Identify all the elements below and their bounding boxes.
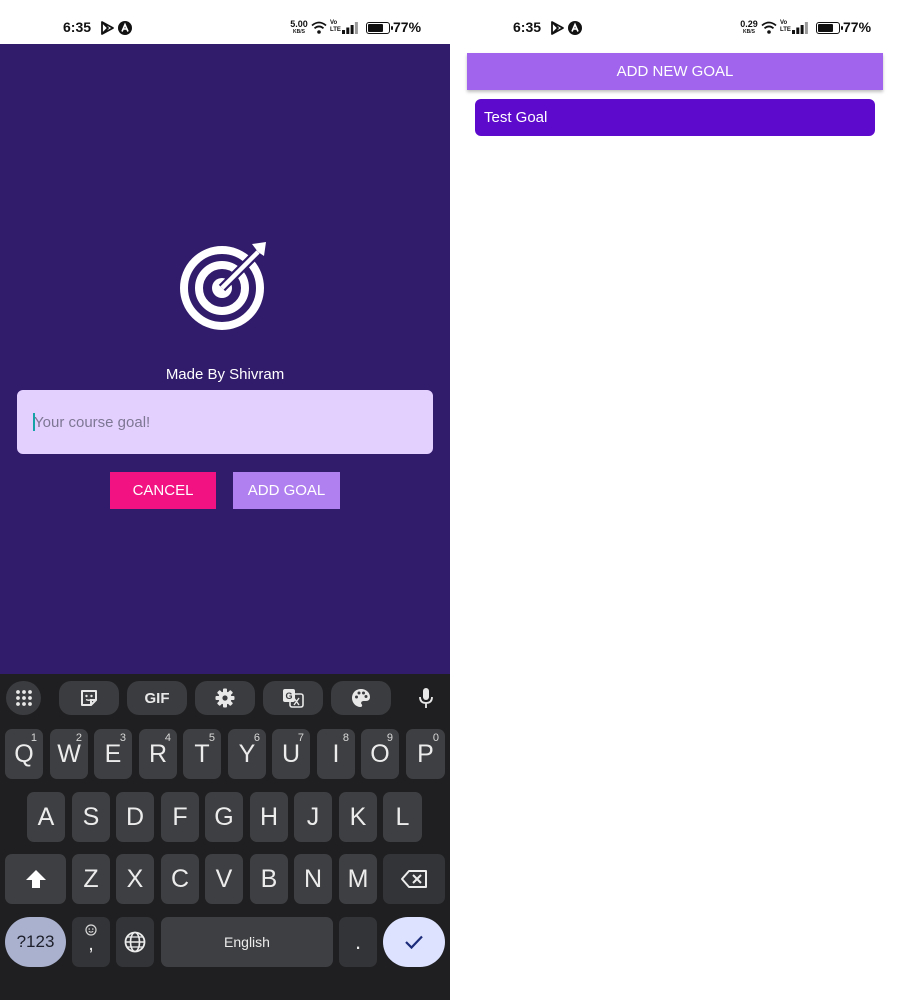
goal-target-icon [180,242,266,330]
status-bar: 6:35 0.29 KB/S Vo LTE 77% [450,0,900,44]
play-store-icon [551,21,564,35]
language-key[interactable] [116,917,154,967]
microphone-icon[interactable] [408,681,443,715]
key-h[interactable]: H [250,792,288,842]
key-z[interactable]: Z [72,854,110,904]
status-time: 6:35 [63,19,92,35]
add-new-goal-button[interactable]: ADD NEW GOAL [467,53,883,90]
key-v[interactable]: V [205,854,243,904]
key-g[interactable]: G [205,792,243,842]
key-y[interactable]: Y6 [228,729,266,779]
goal-input-modal: 6:35 5.00 KB/S Vo LTE 77% Made By Shivram… [0,0,450,1000]
key-f[interactable]: F [161,792,199,842]
sticker-icon[interactable] [59,681,119,715]
battery-icon [366,22,393,34]
key-x[interactable]: X [116,854,154,904]
svg-text:G: G [285,691,292,701]
key-k[interactable]: K [339,792,377,842]
play-store-icon [101,21,114,35]
key-s[interactable]: S [72,792,110,842]
key-l[interactable]: L [383,792,422,842]
battery-icon [816,22,843,34]
key-d[interactable]: D [116,792,154,842]
goal-list-screen: 6:35 0.29 KB/S Vo LTE 77% [450,0,900,1000]
wifi-icon [311,21,327,34]
wifi-icon [761,21,777,34]
key-c[interactable]: C [161,854,199,904]
cancel-button[interactable]: CANCEL [110,472,216,509]
key-b[interactable]: B [250,854,288,904]
add-goal-button[interactable]: ADD GOAL [233,472,340,509]
enter-key[interactable] [383,917,445,967]
key-j[interactable]: J [294,792,332,842]
net-speed: 5.00 KB/S [290,19,308,36]
backspace-icon [401,870,427,888]
translate-icon[interactable]: G [263,681,323,715]
shift-arrow-icon [25,870,46,888]
status-bar: 6:35 5.00 KB/S Vo LTE 77% [0,0,450,44]
shift-key[interactable] [5,854,66,904]
emoji-comma-key[interactable]: , [72,917,110,967]
key-m[interactable]: M [339,854,377,904]
globe-icon [124,931,146,953]
app-notification-icon [118,21,132,35]
palette-icon[interactable] [331,681,391,715]
space-bar[interactable]: English [161,917,333,967]
gif-button[interactable]: GIF [127,681,187,715]
backspace-key[interactable] [383,854,445,904]
key-i[interactable]: I8 [317,729,355,779]
volte-indicator: Vo LTE [780,20,791,33]
checkmark-icon [405,935,423,950]
volte-indicator: Vo LTE [330,20,341,33]
apps-grid-icon[interactable] [6,681,41,715]
key-q[interactable]: Q1 [5,729,43,779]
key-r[interactable]: R4 [139,729,177,779]
key-t[interactable]: T5 [183,729,221,779]
course-goal-input[interactable] [17,390,433,454]
status-time: 6:35 [513,19,542,35]
key-a[interactable]: A [27,792,65,842]
key-w[interactable]: W2 [50,729,88,779]
key-u[interactable]: U7 [272,729,310,779]
signal-icon [792,22,808,34]
key-n[interactable]: N [294,854,332,904]
symbols-key[interactable]: ?123 [5,917,66,967]
battery-percent: 77% [843,19,872,35]
made-by-label: Made By Shivram [165,366,285,383]
signal-icon [342,22,358,34]
gear-icon[interactable] [195,681,255,715]
period-key[interactable]: . [339,917,377,967]
onscreen-keyboard: GIF G Q1 W2 E3 R4 T5 Y6 U7 I8 O9 P0 A S … [0,674,450,1000]
battery-percent: 77% [393,19,422,35]
key-p[interactable]: P0 [406,729,445,779]
key-e[interactable]: E3 [94,729,132,779]
text-cursor [33,413,35,431]
goal-list-item[interactable]: Test Goal [475,99,875,136]
app-notification-icon [568,21,582,35]
net-speed: 0.29 KB/S [740,19,758,36]
key-o[interactable]: O9 [361,729,399,779]
